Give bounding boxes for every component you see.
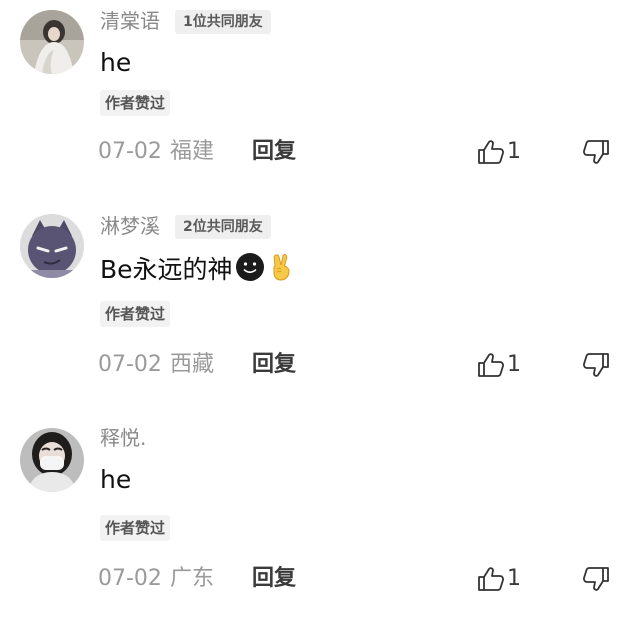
- like-button[interactable]: 1: [477, 138, 521, 166]
- comment-date: 07-02: [98, 566, 162, 591]
- comment-text: he: [100, 465, 132, 494]
- like-count: 1: [507, 139, 521, 164]
- username[interactable]: 释悦.: [100, 426, 146, 450]
- reply-button[interactable]: 回复: [252, 138, 296, 166]
- dislike-button[interactable]: [582, 565, 610, 593]
- masked-girl-photo-avatar-icon: [20, 428, 84, 492]
- author-liked-badge: 作者赞过: [100, 90, 171, 116]
- comment-location: 西藏: [169, 352, 214, 377]
- comment-meta: 07-02 福建: [98, 138, 214, 166]
- comment-meta: 07-02 西藏: [98, 351, 214, 379]
- comment-item: 清棠语 1位共同朋友 he 作者赞过 07-02 福建 回复 1: [0, 0, 640, 200]
- avatar[interactable]: [20, 428, 84, 492]
- thumbs-down-icon: [583, 353, 609, 377]
- reply-button[interactable]: 回复: [252, 565, 296, 593]
- thumbs-down-icon: [583, 567, 609, 591]
- author-liked-badge: 作者赞过: [100, 301, 171, 327]
- comment-location: 福建: [169, 139, 214, 164]
- thumbs-up-icon: [478, 567, 504, 591]
- comment-text-body: Be永远的神: [100, 255, 233, 284]
- dark-smiley-face-emoji-icon: [235, 252, 265, 290]
- comment-location: 广东: [169, 566, 214, 591]
- comment-date: 07-02: [98, 352, 162, 377]
- thumbs-down-icon: [583, 140, 609, 164]
- username[interactable]: 清棠语: [100, 9, 160, 33]
- comment-text: Be永远的神: [100, 252, 297, 290]
- thumbs-up-icon: [478, 353, 504, 377]
- mutual-friends-badge: 1位共同朋友: [175, 10, 271, 34]
- username[interactable]: 淋梦溪: [100, 214, 160, 238]
- comment-date: 07-02: [98, 139, 162, 164]
- reply-button[interactable]: 回复: [252, 351, 296, 379]
- like-button[interactable]: 1: [477, 351, 521, 379]
- thumbs-up-icon: [478, 140, 504, 164]
- author-liked-badge: 作者赞过: [100, 515, 171, 541]
- like-button[interactable]: 1: [477, 565, 521, 593]
- like-count: 1: [507, 352, 521, 377]
- dislike-button[interactable]: [582, 138, 610, 166]
- comment-text: he: [100, 48, 132, 77]
- comment-item: 淋梦溪 2位共同朋友 Be永远的神 作者赞过 07-02 西藏 回复 1: [0, 210, 640, 410]
- avatar[interactable]: [20, 10, 84, 74]
- purple-cartoon-avatar-icon: [20, 214, 84, 278]
- avatar[interactable]: [20, 214, 84, 278]
- girl-photo-avatar-icon: [20, 10, 84, 74]
- comment-item: 释悦. he 作者赞过 07-02 广东 回复 1: [0, 420, 640, 620]
- mutual-friends-badge: 2位共同朋友: [175, 215, 271, 239]
- like-count: 1: [507, 566, 521, 591]
- dislike-button[interactable]: [582, 351, 610, 379]
- victory-hand-emoji-icon: [267, 252, 297, 290]
- comment-meta: 07-02 广东: [98, 565, 214, 593]
